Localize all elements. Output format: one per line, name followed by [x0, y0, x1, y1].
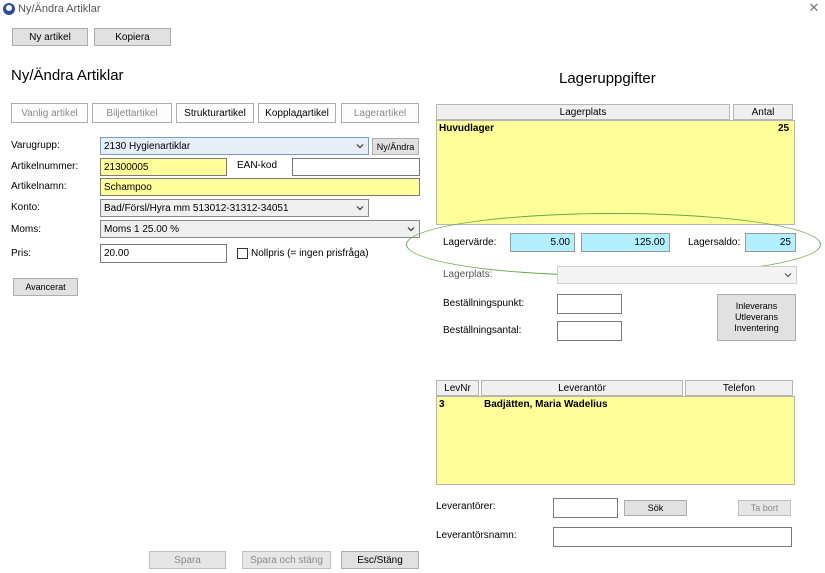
- moms-label: Moms:: [11, 224, 41, 235]
- nollpris-checkbox[interactable]: [237, 248, 248, 259]
- stock-row-lagerplats: Huvudlager: [439, 123, 495, 134]
- lagerplats-select[interactable]: [557, 266, 797, 284]
- ean-field[interactable]: [292, 158, 420, 176]
- column-header-leverantor[interactable]: Leverantör: [481, 380, 683, 396]
- lagersaldo-field: 25: [745, 233, 796, 252]
- section-title: Lageruppgifter: [559, 70, 656, 87]
- leverantorsnamn-field[interactable]: [553, 527, 792, 547]
- chevron-down-icon: [356, 144, 364, 149]
- stock-grid-body[interactable]: [436, 120, 795, 225]
- inventering-label: Inventering: [734, 323, 779, 333]
- utleverans-label: Utleverans: [734, 312, 779, 322]
- lagervarde-label: Lagervärde:: [443, 237, 497, 248]
- page-title: Ny/Ändra Artiklar: [11, 67, 124, 84]
- artikelnummer-field[interactable]: 21300005: [100, 158, 227, 176]
- chevron-down-icon: [784, 273, 792, 278]
- pris-label: Pris:: [11, 248, 31, 259]
- app-icon: [3, 3, 15, 15]
- column-header-telefon[interactable]: Telefon: [685, 380, 793, 396]
- chevron-down-icon: [407, 227, 415, 232]
- tab-lagerartikel[interactable]: Lagerartikel: [341, 103, 419, 123]
- bestallningspunkt-label: Beställningspunkt:: [443, 298, 525, 309]
- supplier-row-leverantor: Badjätten, Maria Wadelius: [484, 399, 608, 410]
- varugrupp-value: 2130 Hygienartiklar: [104, 140, 191, 152]
- leverantorer-label: Leverantörer:: [436, 501, 496, 512]
- close-icon[interactable]: ✕: [806, 0, 822, 16]
- lagervarde-total-field: 125.00: [581, 233, 670, 252]
- leverantorer-search-field[interactable]: [553, 498, 618, 518]
- column-header-lagerplats[interactable]: Lagerplats: [436, 104, 730, 120]
- lagervarde-unit-field: 5.00: [510, 233, 575, 252]
- supplier-row-levnr: 3: [439, 399, 445, 410]
- lagerplats-label: Lagerplats:: [443, 269, 493, 280]
- nollpris-label: Nollpris (= ingen prisfråga): [251, 248, 369, 259]
- pris-field[interactable]: 20.00: [100, 244, 227, 263]
- ta-bort-button[interactable]: Ta bort: [738, 500, 791, 516]
- konto-select[interactable]: Bad/Försl/Hyra mm 513012-31312-34051: [100, 199, 369, 217]
- stock-row-antal: 25: [778, 123, 790, 134]
- column-header-levnr[interactable]: LevNr: [436, 380, 479, 396]
- ean-label: EAN-kod: [237, 160, 278, 171]
- esc-stang-button[interactable]: Esc/Stäng: [341, 551, 419, 569]
- copy-button[interactable]: Kopiera: [94, 28, 171, 46]
- varugrupp-select[interactable]: 2130 Hygienartiklar: [100, 137, 369, 155]
- moms-select[interactable]: Moms 1 25.00 %: [100, 220, 420, 238]
- konto-label: Konto:: [11, 202, 40, 213]
- leverantorsnamn-label: Leverantörsnamn:: [436, 530, 517, 541]
- bestallningsantal-label: Beställningsantal:: [443, 325, 522, 336]
- new-article-button[interactable]: Ny artikel: [12, 28, 88, 46]
- chevron-down-icon: [356, 206, 364, 211]
- lagersaldo-label: Lagersaldo:: [688, 237, 741, 248]
- avancerat-button[interactable]: Avancerat: [13, 278, 78, 296]
- window-title: Ny/Ändra Artiklar: [18, 3, 101, 15]
- konto-value: Bad/Försl/Hyra mm 513012-31312-34051: [104, 202, 289, 214]
- moms-value: Moms 1 25.00 %: [104, 223, 180, 235]
- bestallningspunkt-field[interactable]: [557, 294, 622, 314]
- bestallningsantal-field[interactable]: [557, 321, 622, 341]
- spara-button[interactable]: Spara: [149, 551, 226, 569]
- varugrupp-label: Varugrupp:: [11, 140, 60, 151]
- sok-button[interactable]: Sök: [624, 500, 687, 516]
- tab-vanlig-artikel[interactable]: Vanlig artikel: [11, 103, 88, 123]
- tab-kopplad-artikel[interactable]: Kopplадartikel: [258, 103, 336, 123]
- inleverans-utleverans-inventering-button[interactable]: Inleverans Utleverans Inventering: [717, 294, 796, 341]
- tab-strukturartikel[interactable]: Strukturartikel: [176, 103, 254, 123]
- artikelnamn-label: Artikelnamn:: [11, 181, 67, 192]
- column-header-antal[interactable]: Antal: [733, 104, 793, 120]
- spara-och-stang-button[interactable]: Spara och stäng: [242, 551, 331, 569]
- artikelnummer-label: Artikelnummer:: [11, 161, 79, 172]
- inleverans-label: Inleverans: [735, 301, 778, 311]
- title-bar: [0, 0, 825, 18]
- artikelnamn-field[interactable]: Schampoo: [100, 178, 420, 196]
- ny-andra-button[interactable]: Ny/Ändra: [372, 138, 419, 155]
- tab-biljettartikel[interactable]: Biljettartikel: [92, 103, 172, 123]
